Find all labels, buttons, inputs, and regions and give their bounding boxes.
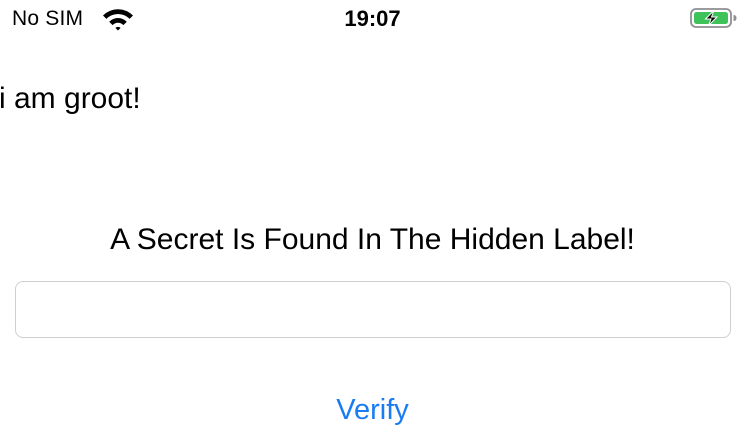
secret-input[interactable] bbox=[15, 281, 731, 338]
groot-label: i am groot! bbox=[0, 82, 141, 115]
status-time: 19:07 bbox=[344, 6, 401, 31]
verify-button[interactable]: Verify bbox=[0, 392, 745, 428]
battery-charging-icon bbox=[690, 7, 738, 29]
secret-label: A Secret Is Found In The Hidden Label! bbox=[110, 223, 635, 256]
status-bar: No SIM 19:07 bbox=[0, 0, 745, 40]
